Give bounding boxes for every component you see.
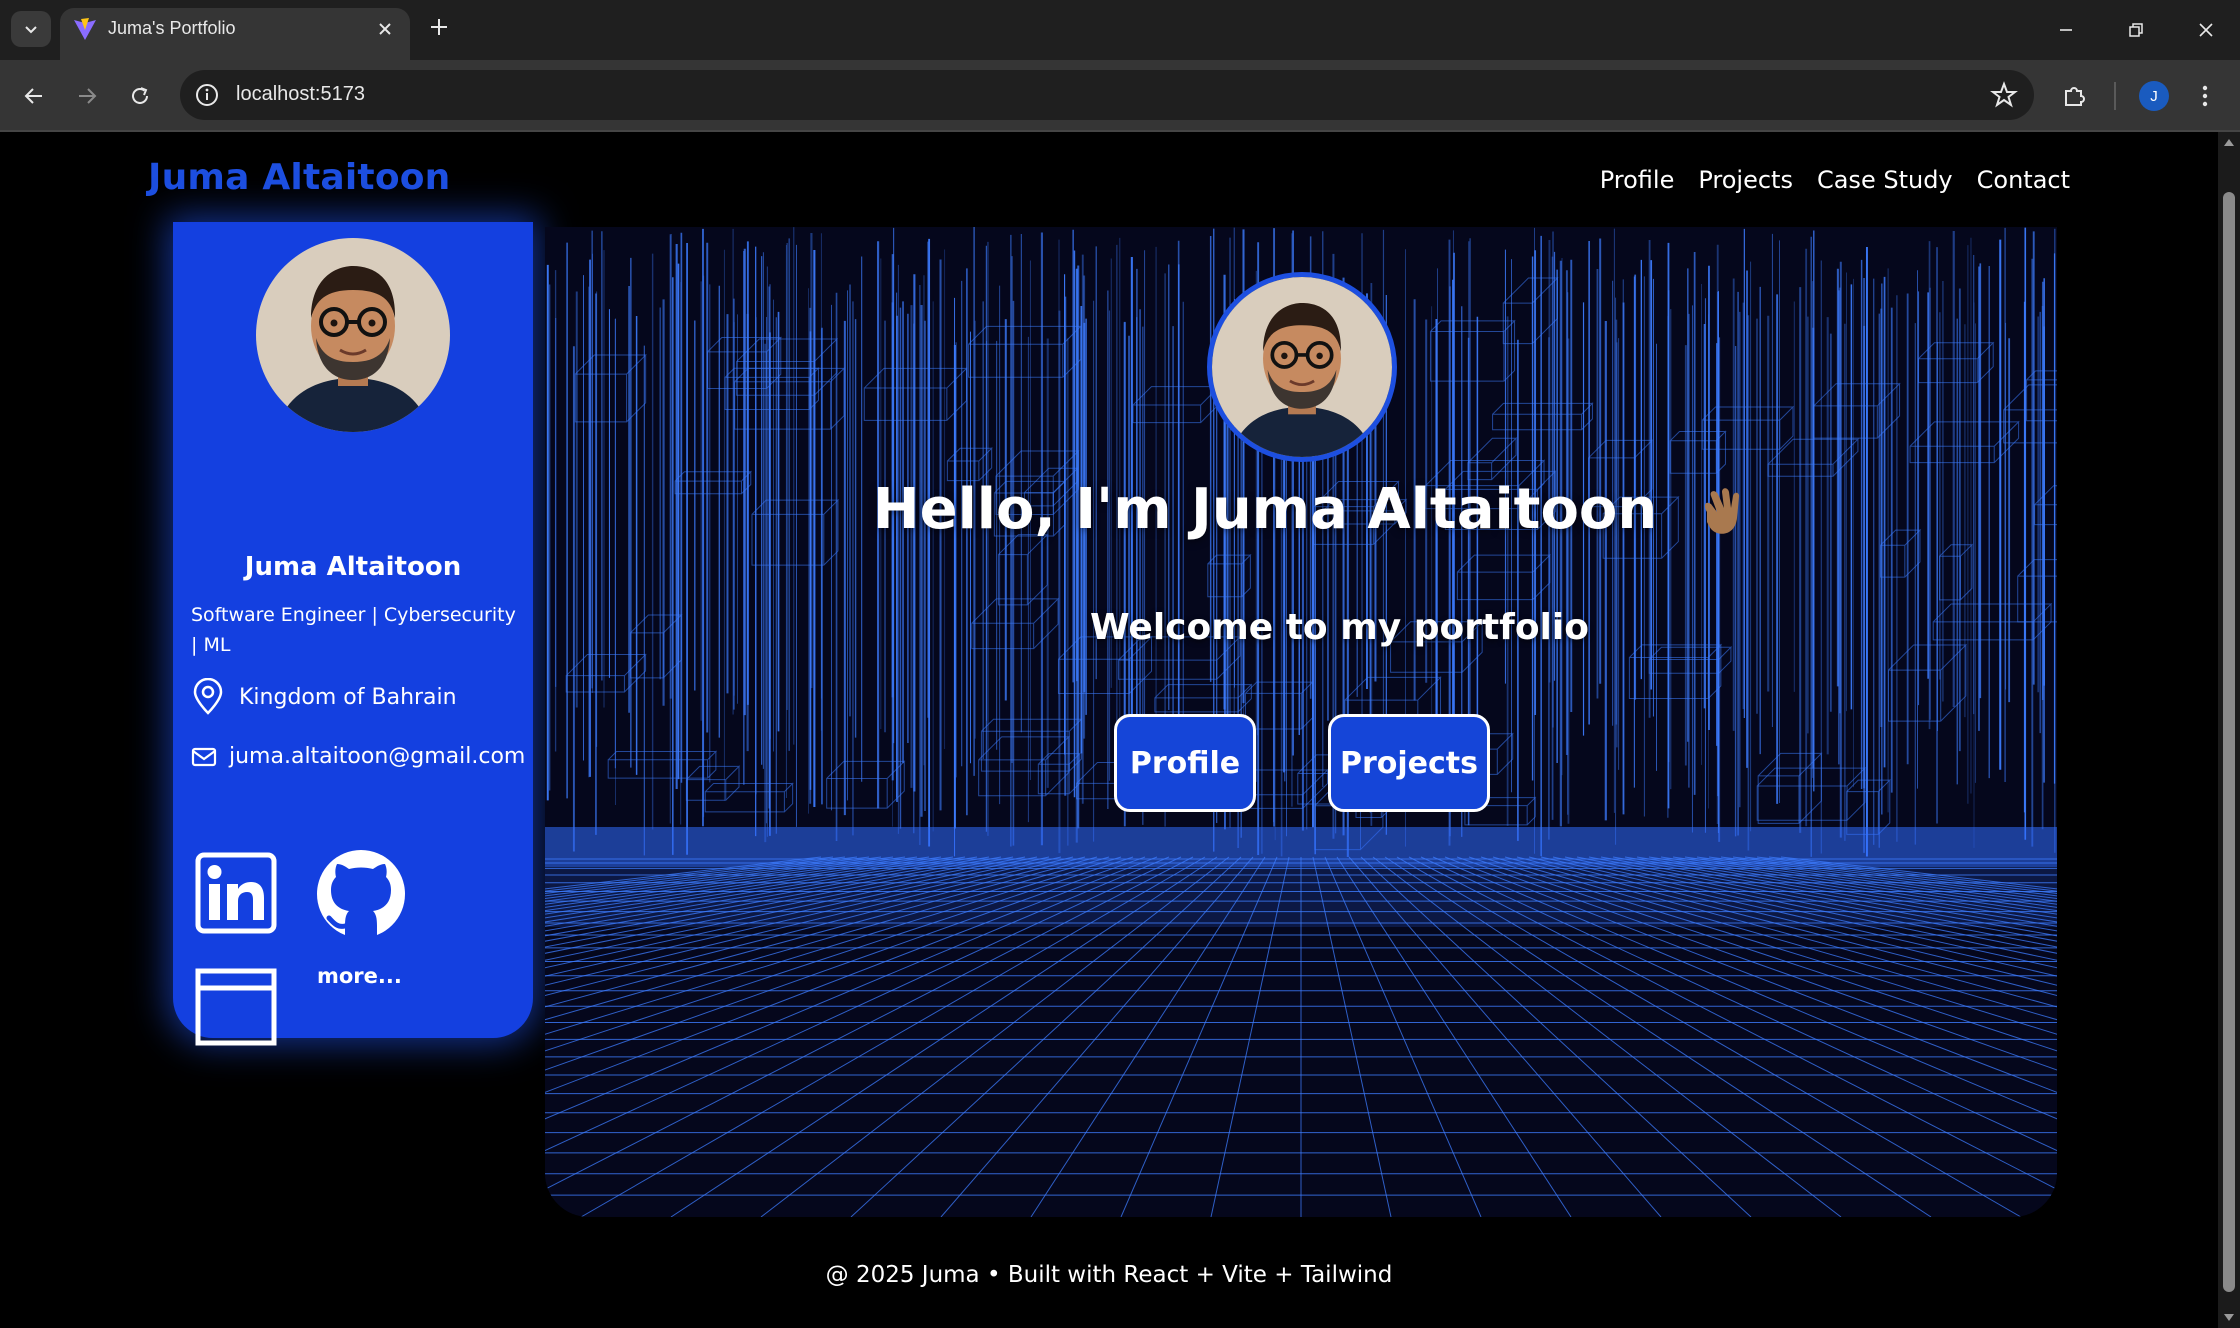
scroll-down-arrow-icon[interactable] bbox=[2223, 1312, 2235, 1324]
arrow-right-icon bbox=[79, 88, 97, 104]
browser-window: Juma's Portfolio localhost:5173 J Juma A… bbox=[0, 0, 2240, 1328]
reload-button[interactable] bbox=[120, 76, 160, 116]
avatar bbox=[256, 238, 450, 432]
hero-avatar bbox=[1207, 272, 1397, 462]
website-icon[interactable] bbox=[195, 968, 277, 1046]
close-icon bbox=[2199, 23, 2213, 37]
page-scrollbar[interactable] bbox=[2218, 132, 2240, 1328]
site-navbar: Juma Altaitoon Profile Projects Case Stu… bbox=[0, 132, 2218, 228]
close-icon bbox=[379, 23, 391, 35]
arrow-left-icon bbox=[24, 88, 42, 104]
chevron-down-icon bbox=[25, 26, 37, 34]
waving-hand-icon bbox=[1705, 487, 1740, 534]
avatar-illustration bbox=[256, 238, 450, 432]
hero-projects-button[interactable]: Projects bbox=[1328, 714, 1490, 812]
minimize-button[interactable] bbox=[2044, 8, 2088, 52]
site-brand[interactable]: Juma Altaitoon bbox=[148, 157, 451, 198]
nav-link-projects[interactable]: Projects bbox=[1698, 166, 1793, 194]
site-footer: @ 2025 Juma • Built with React + Vite + … bbox=[825, 1262, 1393, 1288]
nav-link-contact[interactable]: Contact bbox=[1977, 166, 2070, 194]
profile-card: Juma Altaitoon Software Engineer | Cyber… bbox=[173, 222, 533, 1046]
github-icon[interactable] bbox=[315, 848, 407, 940]
hero-section: Hello, I'm Juma Altaitoon Welcome to my … bbox=[545, 227, 2057, 1217]
location-text: Kingdom of Bahrain bbox=[239, 684, 457, 710]
tab-close-button[interactable] bbox=[372, 16, 398, 42]
star-icon[interactable] bbox=[1990, 81, 2018, 109]
tab-strip: Juma's Portfolio bbox=[0, 0, 2240, 60]
hero-heading: Hello, I'm Juma Altaitoon bbox=[545, 477, 2057, 542]
profile-button[interactable]: J bbox=[2134, 76, 2174, 116]
kebab-menu-icon bbox=[2202, 85, 2208, 107]
hero-heading-text: Hello, I'm Juma Altaitoon bbox=[872, 477, 1658, 542]
browser-tab-active[interactable]: Juma's Portfolio bbox=[60, 8, 410, 60]
hero-profile-button[interactable]: Profile bbox=[1114, 714, 1256, 812]
extensions-button[interactable] bbox=[2054, 76, 2094, 116]
puzzle-icon bbox=[2065, 87, 2085, 106]
browser-toolbar: localhost:5173 J bbox=[0, 60, 2240, 132]
address-bar[interactable]: localhost:5173 bbox=[180, 70, 2034, 120]
avatar-illustration bbox=[1212, 277, 1392, 457]
card-name: Juma Altaitoon bbox=[244, 552, 462, 582]
tab-title: Juma's Portfolio bbox=[108, 18, 236, 38]
nav-link-profile[interactable]: Profile bbox=[1600, 166, 1675, 194]
card-job-title: Software Engineer | Cybersecurity | ML bbox=[191, 604, 516, 656]
forward-button[interactable] bbox=[67, 76, 107, 116]
hero-subheading: Welcome to my portfolio bbox=[1090, 607, 1589, 648]
email-text[interactable]: juma.altaitoon@gmail.com bbox=[229, 744, 525, 769]
minimize-icon bbox=[2060, 29, 2072, 31]
map-pin-icon bbox=[193, 678, 223, 715]
close-window-button[interactable] bbox=[2184, 8, 2228, 52]
restore-icon bbox=[2129, 23, 2143, 37]
new-tab-button[interactable] bbox=[424, 12, 454, 42]
scrollbar-thumb[interactable] bbox=[2223, 192, 2235, 1292]
restore-button[interactable] bbox=[2114, 8, 2158, 52]
profile-avatar: J bbox=[2139, 81, 2169, 111]
nav-link-case-study[interactable]: Case Study bbox=[1817, 166, 1953, 194]
menu-button[interactable] bbox=[2190, 76, 2220, 116]
location-row: Kingdom of Bahrain bbox=[191, 678, 457, 716]
back-button[interactable] bbox=[14, 76, 54, 116]
tab-search-button[interactable] bbox=[11, 11, 51, 47]
page-viewport: Juma Altaitoon Profile Projects Case Stu… bbox=[0, 132, 2218, 1328]
url-text[interactable]: localhost:5173 bbox=[236, 83, 365, 106]
reload-icon bbox=[132, 87, 148, 104]
email-row: juma.altaitoon@gmail.com bbox=[191, 744, 525, 769]
nav-links: Profile Projects Case Study Contact bbox=[1600, 166, 2070, 194]
linkedin-icon[interactable] bbox=[195, 852, 277, 934]
info-icon[interactable] bbox=[194, 82, 220, 108]
mail-icon bbox=[191, 747, 217, 766]
more-link[interactable]: more... bbox=[317, 964, 402, 988]
scroll-up-arrow-icon[interactable] bbox=[2223, 136, 2235, 148]
vite-favicon-icon bbox=[74, 18, 96, 40]
toolbar-separator bbox=[2114, 82, 2116, 110]
plus-icon bbox=[431, 19, 447, 35]
